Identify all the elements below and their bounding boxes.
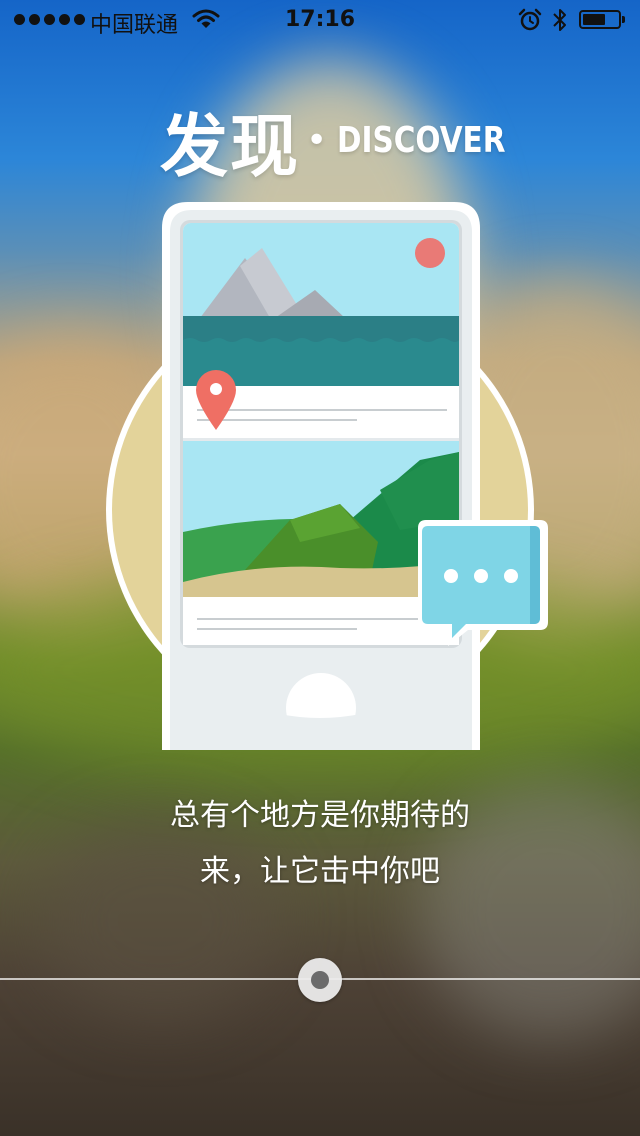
title-english: DISCOVER [337,119,506,161]
pager-indicator[interactable] [298,958,342,1002]
pager-indicator-dot [311,971,329,989]
green-hills-card [183,441,459,645]
title-chinese: 发现 [160,107,301,187]
discover-onboarding-screen: 中国联通 17:16 发现 • DISCOVER 总有个地方是你期待的 来，让它… [0,0,640,1136]
discover-illustration [0,190,640,750]
page-title: 发现 • DISCOVER [160,100,543,187]
caption-line-1: 总有个地方是你期待的 [170,798,470,833]
chat-bubble-icon [418,520,548,646]
bluetooth-icon [552,6,568,40]
alarm-clock-icon [518,8,542,38]
caption-line-2: 来，让它击中你吧 [200,854,440,889]
battery-icon [579,10,625,29]
title-separator: • [306,119,328,161]
status-time: 17:16 [284,7,356,32]
status-bar: 中国联通 17:16 [0,0,640,40]
caption-text: 总有个地方是你期待的 来，让它击中你吧 [0,788,640,900]
